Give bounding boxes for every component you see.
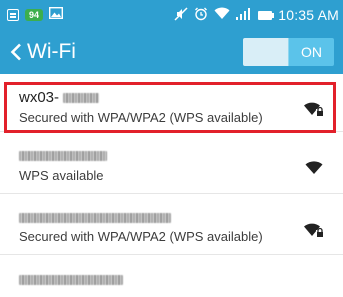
network-ssid: wx03- (19, 89, 100, 106)
image-icon (49, 6, 64, 24)
wifi-toggle[interactable]: ON (243, 38, 334, 66)
notification-app-icon (7, 9, 19, 21)
back-chevron-icon[interactable] (8, 42, 24, 62)
clock: 10:35 AM (278, 7, 339, 23)
toggle-on-label: ON (288, 38, 334, 66)
network-item[interactable]: wx03- Secured with WPA/WPA2 (WPS availab… (0, 83, 343, 132)
network-item[interactable]: WPS available (0, 134, 343, 194)
mute-icon (174, 6, 188, 24)
wifi-status-icon (214, 7, 230, 23)
redacted-text (19, 213, 171, 224)
redacted-text (63, 93, 100, 104)
status-bar: 94 10:35 AM (0, 0, 343, 30)
redacted-text (19, 275, 123, 286)
redacted-text (19, 151, 107, 162)
network-status: WPS available (19, 168, 104, 183)
network-item[interactable] (0, 257, 343, 297)
network-ssid (19, 147, 107, 164)
network-ssid (19, 271, 123, 288)
network-status: Secured with WPA/WPA2 (WPS available) (19, 110, 263, 125)
notification-badge: 94 (25, 9, 44, 21)
alarm-icon (194, 7, 208, 24)
signal-icon (236, 7, 251, 23)
network-ssid (19, 209, 171, 226)
action-bar: Wi-Fi ON (0, 30, 343, 74)
wifi-locked-icon (303, 99, 325, 117)
network-status: Secured with WPA/WPA2 (WPS available) (19, 229, 263, 244)
page-title: Wi-Fi (27, 40, 76, 63)
network-item[interactable]: Secured with WPA/WPA2 (WPS available) (0, 196, 343, 255)
battery-icon (258, 10, 275, 20)
wifi-locked-icon (303, 220, 325, 238)
toggle-track (243, 38, 288, 66)
wifi-icon (303, 158, 325, 176)
